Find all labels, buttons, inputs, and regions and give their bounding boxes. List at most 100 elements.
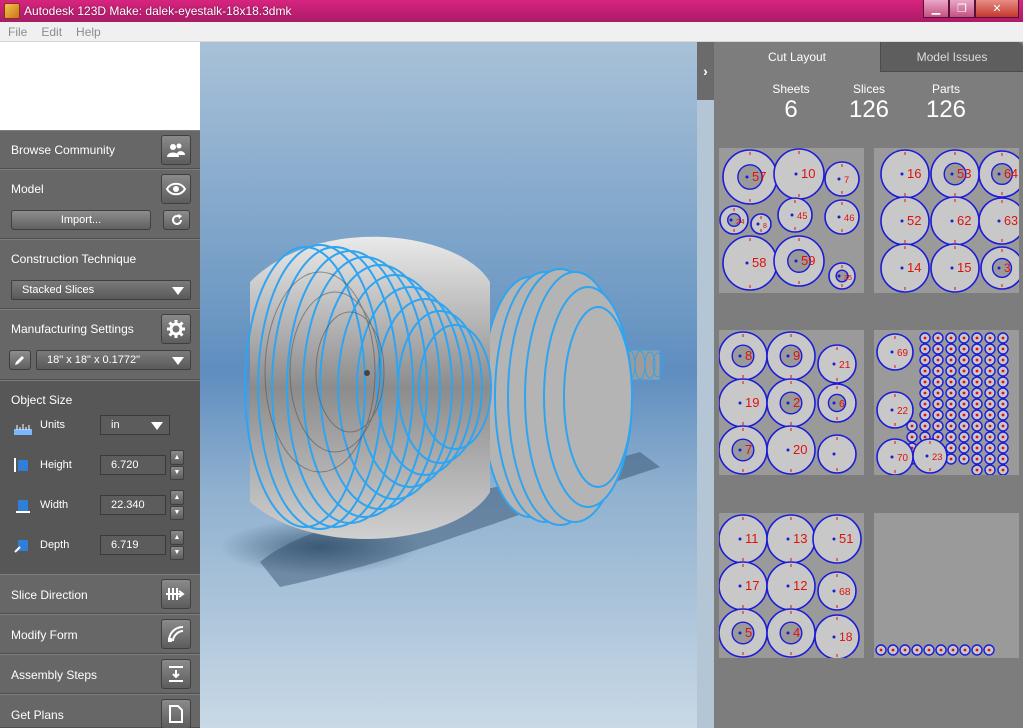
get-plans-section[interactable]: Get Plans xyxy=(0,694,200,728)
part-label: 19 xyxy=(745,395,759,410)
sheets-stat: Sheets 6 xyxy=(756,82,826,124)
part-label: 15 xyxy=(957,260,971,275)
sheets-value: 6 xyxy=(784,96,798,123)
maximize-button[interactable]: ❐ xyxy=(949,0,975,18)
slices-stat: Slices 126 xyxy=(834,82,904,124)
part-label: 23 xyxy=(932,452,942,462)
sheet-preview: 11 13 51 17 12 68 5 4 18 xyxy=(719,514,862,658)
manufacturing-settings-button[interactable] xyxy=(161,314,191,344)
part-label: 69 xyxy=(897,348,908,359)
assembly-steps-button[interactable] xyxy=(161,659,191,689)
sheet-preview: 16 53 64 52 62 63 14 15 3 xyxy=(880,149,1019,293)
window-title: Autodesk 123D Make: dalek-eyestalk-18x18… xyxy=(24,4,292,18)
depth-increment-button[interactable]: ▲ xyxy=(170,530,184,545)
edit-material-button[interactable] xyxy=(9,350,31,370)
part-label: 12 xyxy=(793,578,807,593)
part-label: 59 xyxy=(801,253,815,268)
browse-community-button[interactable] xyxy=(161,135,191,165)
part-label: 7 xyxy=(844,175,849,185)
gear-icon xyxy=(167,320,185,338)
sheet-3[interactable]: 8 9 21 19 2 6 7 20 xyxy=(719,330,864,475)
panel-tabs: Cut Layout Model Issues xyxy=(714,42,1023,72)
width-label: Width xyxy=(40,499,69,511)
browse-community-section[interactable]: Browse Community xyxy=(0,130,200,169)
modify-form-icon xyxy=(168,626,184,642)
part-label: 35 xyxy=(844,274,852,282)
width-input[interactable]: 22.340 xyxy=(100,495,166,515)
refresh-button[interactable] xyxy=(163,210,190,230)
view-model-button[interactable] xyxy=(161,174,191,204)
height-label: Height xyxy=(40,459,72,471)
slice-direction-section[interactable]: Slice Direction xyxy=(0,574,200,614)
units-value: in xyxy=(111,419,120,431)
title-bar: Autodesk 123D Make: dalek-eyestalk-18x18… xyxy=(0,0,1023,22)
part-label: 4 xyxy=(793,625,800,640)
part-label: 3 xyxy=(1004,263,1010,275)
people-icon xyxy=(167,143,185,157)
right-panel: Cut Layout Model Issues Sheets 6 Slices … xyxy=(714,42,1023,728)
slice-direction-button[interactable] xyxy=(161,579,191,609)
part-label: 9 xyxy=(793,348,800,363)
get-plans-button[interactable] xyxy=(161,699,191,728)
width-increment-button[interactable]: ▲ xyxy=(170,490,184,505)
close-button[interactable]: ✕ xyxy=(975,0,1019,18)
minimize-button[interactable]: ▁ xyxy=(923,0,949,18)
eyestalk-model xyxy=(220,236,664,587)
height-input[interactable]: 6.720 xyxy=(100,455,166,475)
depth-input[interactable]: 6.719 xyxy=(100,535,166,555)
viewport-edge xyxy=(697,100,714,728)
chevron-down-icon xyxy=(172,357,184,365)
part-label: 64 xyxy=(1004,167,1018,181)
depth-decrement-button[interactable]: ▼ xyxy=(170,545,184,560)
technique-dropdown[interactable]: Stacked Slices xyxy=(11,280,191,300)
menu-help[interactable]: Help xyxy=(76,25,101,39)
part-label: 51 xyxy=(839,531,853,546)
3d-viewport[interactable] xyxy=(200,42,697,728)
construction-technique-label: Construction Technique xyxy=(11,252,137,266)
width-stepper: ▲ ▼ xyxy=(170,490,184,520)
sheet-4[interactable]: 69 22 70 23 xyxy=(874,330,1019,475)
sheet-6[interactable] xyxy=(874,513,1019,658)
height-decrement-button[interactable]: ▼ xyxy=(170,465,184,480)
browse-community-label: Browse Community xyxy=(11,143,116,157)
part-label: 13 xyxy=(793,531,807,546)
slice-direction-label: Slice Direction xyxy=(11,588,88,602)
modify-form-button[interactable] xyxy=(161,619,191,649)
construction-technique-section: Construction Technique Stacked Slices xyxy=(0,239,200,309)
slice-direction-icon xyxy=(166,588,185,600)
material-dropdown[interactable]: 18" x 18" x 0.1772" xyxy=(36,350,191,370)
part-label: 57 xyxy=(752,169,766,184)
units-dropdown[interactable]: in xyxy=(100,415,170,435)
part-label: 17 xyxy=(745,578,759,593)
get-plans-label: Get Plans xyxy=(11,708,64,722)
height-increment-button[interactable]: ▲ xyxy=(170,450,184,465)
model-section: Model Import... xyxy=(0,169,200,239)
technique-value: Stacked Slices xyxy=(22,284,95,296)
slices-value: 126 xyxy=(848,96,890,123)
part-label: 70 xyxy=(897,453,908,464)
object-size-label: Object Size xyxy=(11,393,73,407)
part-label: 6 xyxy=(839,399,845,410)
part-label: 10 xyxy=(801,166,815,181)
assembly-steps-section[interactable]: Assembly Steps xyxy=(0,654,200,694)
part-label: 21 xyxy=(839,360,851,371)
import-button[interactable]: Import... xyxy=(11,210,151,230)
sheet-2[interactable]: 16 53 64 52 62 63 14 15 3 xyxy=(874,148,1019,293)
menu-edit[interactable]: Edit xyxy=(41,25,62,39)
collapse-panel-button[interactable]: › xyxy=(697,42,714,100)
sheet-preview: 8 9 21 19 2 6 7 20 xyxy=(719,331,857,475)
sheet-1[interactable]: 57 10 7 24 8 45 46 58 59 35 xyxy=(719,148,864,293)
part-label: 62 xyxy=(957,213,971,228)
parts-stat: Parts 126 xyxy=(911,82,981,124)
part-label: 7 xyxy=(745,442,752,457)
width-decrement-button[interactable]: ▼ xyxy=(170,505,184,520)
part-label: 16 xyxy=(907,166,921,181)
part-label: 46 xyxy=(844,213,854,223)
model-label: Model xyxy=(11,182,44,196)
tab-cut-layout[interactable]: Cut Layout xyxy=(714,42,880,72)
modify-form-section[interactable]: Modify Form xyxy=(0,614,200,654)
menu-file[interactable]: File xyxy=(8,25,27,39)
manufacturing-settings-section: Manufacturing Settings 18" x 18" x 0.177… xyxy=(0,309,200,380)
tab-model-issues[interactable]: Model Issues xyxy=(880,42,1023,72)
sheet-5[interactable]: 11 13 51 17 12 68 5 4 18 xyxy=(719,513,864,658)
